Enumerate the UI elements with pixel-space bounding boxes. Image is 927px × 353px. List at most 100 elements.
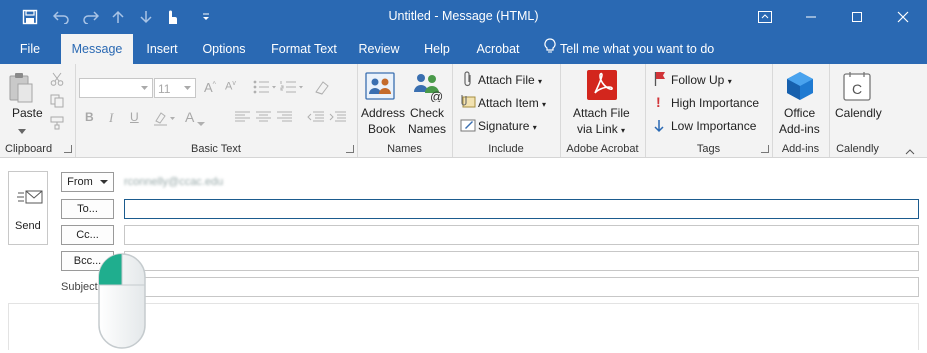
- attach-item-button[interactable]: Attach Item ▾: [478, 96, 546, 110]
- font-name-combo[interactable]: [79, 78, 153, 98]
- ribbon-tab-bar: File Message Insert Options Format Text …: [0, 34, 927, 64]
- attach-via-link-label-1[interactable]: Attach File: [573, 106, 630, 120]
- subject-field[interactable]: [124, 277, 919, 297]
- office-add-ins-label-2: Add-ins: [779, 122, 820, 136]
- from-label: From: [67, 176, 93, 188]
- signature-button[interactable]: Signature ▾: [478, 119, 537, 133]
- italic-icon[interactable]: I: [109, 110, 113, 126]
- format-painter-icon[interactable]: [50, 116, 64, 133]
- svg-text:@: @: [430, 89, 443, 102]
- signature-label: Signature: [478, 119, 530, 133]
- basic-text-group-label: Basic Text: [191, 143, 241, 155]
- chevron-down-icon: [99, 173, 108, 191]
- high-importance-button[interactable]: High Importance: [671, 96, 759, 110]
- bcc-field[interactable]: [124, 251, 919, 271]
- attach-item-icon: [460, 93, 476, 112]
- subject-label: Subject: [61, 281, 98, 293]
- down-arrow-importance-icon: [654, 119, 664, 136]
- cc-button[interactable]: Cc...: [61, 225, 114, 245]
- follow-up-button[interactable]: Follow Up ▾: [671, 73, 732, 87]
- send-button[interactable]: Send: [8, 171, 48, 245]
- font-size-combo[interactable]: 11: [154, 78, 196, 98]
- acrobat-icon[interactable]: [587, 70, 617, 103]
- font-color-dropdown-icon[interactable]: [197, 116, 205, 130]
- paste-dropdown-icon[interactable]: [18, 124, 26, 138]
- align-center-icon[interactable]: [256, 111, 272, 126]
- adobe-acrobat-group-label: Adobe Acrobat: [566, 143, 639, 155]
- chevron-down-icon: ▾: [542, 100, 547, 109]
- clipboard-dialog-launcher[interactable]: [64, 145, 72, 153]
- bold-icon[interactable]: B: [85, 110, 94, 124]
- attach-via-link-label-2: via Link: [577, 122, 618, 136]
- attach-item-label: Attach Item: [478, 96, 539, 110]
- paste-icon[interactable]: [8, 72, 34, 107]
- ribbon-display-icon[interactable]: [742, 0, 788, 34]
- tab-acrobat[interactable]: Acrobat: [468, 34, 528, 64]
- collapse-ribbon-icon[interactable]: [905, 144, 915, 158]
- bullets-icon[interactable]: [253, 80, 277, 97]
- shrink-font-icon[interactable]: Av: [225, 80, 236, 93]
- cc-field[interactable]: [124, 225, 919, 245]
- names-group: Address Book @ Check Names Names: [357, 64, 453, 157]
- from-button[interactable]: From: [61, 172, 114, 192]
- chevron-down-icon: ▾: [532, 123, 537, 132]
- tab-help[interactable]: Help: [418, 34, 456, 64]
- calendly-icon[interactable]: C: [843, 71, 871, 104]
- tab-review[interactable]: Review: [354, 34, 404, 64]
- align-left-icon[interactable]: [235, 111, 251, 126]
- flag-icon: [654, 71, 666, 90]
- numbering-icon[interactable]: [280, 80, 304, 97]
- paperclip-icon: [462, 71, 474, 90]
- tab-format-text[interactable]: Format Text: [266, 34, 342, 64]
- check-names-icon[interactable]: @: [412, 70, 444, 105]
- tell-me-text: Tell me what you want to do: [560, 42, 715, 56]
- font-color-icon[interactable]: A: [185, 109, 194, 125]
- underline-icon[interactable]: U: [130, 110, 139, 124]
- cut-icon[interactable]: [50, 72, 64, 89]
- include-group: Attach File ▾ Attach Item ▾ Signature ▾ …: [452, 64, 561, 157]
- from-address: rconnelly@ccac.edu: [124, 176, 224, 188]
- calendly-group-label: Calendly: [836, 143, 879, 155]
- attach-via-link-button[interactable]: via Link ▾: [577, 122, 625, 136]
- address-label-2: Book: [368, 122, 396, 136]
- clear-formatting-icon[interactable]: [313, 79, 331, 98]
- copy-icon[interactable]: [50, 94, 64, 111]
- office-add-ins-label-1: Office: [784, 106, 816, 120]
- attach-file-label: Attach File: [478, 73, 535, 87]
- low-importance-button[interactable]: Low Importance: [671, 119, 756, 133]
- tab-message[interactable]: Message: [61, 34, 133, 64]
- minimize-button[interactable]: [788, 0, 834, 34]
- tab-file[interactable]: File: [12, 34, 48, 64]
- chevron-down-icon: ▾: [538, 77, 543, 86]
- signature-icon: [460, 117, 476, 136]
- add-ins-group-label: Add-ins: [781, 143, 820, 155]
- tab-insert[interactable]: Insert: [140, 34, 184, 64]
- check-names-label-2: Names: [408, 122, 447, 136]
- to-button[interactable]: To...: [61, 199, 114, 219]
- calendly-group: C Calendly Calendly: [829, 64, 886, 157]
- exclamation-icon: !: [656, 94, 661, 110]
- basic-text-dialog-launcher[interactable]: [346, 145, 354, 153]
- increase-indent-icon[interactable]: [329, 111, 347, 126]
- attach-file-button[interactable]: Attach File ▾: [478, 73, 542, 87]
- grow-font-icon[interactable]: A^: [204, 80, 216, 95]
- tags-group-label: Tags: [696, 143, 721, 155]
- maximize-button[interactable]: [834, 0, 880, 34]
- lightbulb-icon: [544, 35, 556, 65]
- tab-options[interactable]: Options: [196, 34, 252, 64]
- to-field[interactable]: [124, 199, 919, 219]
- add-ins-group: Office Add-ins Add-ins: [772, 64, 830, 157]
- chevron-down-icon: ▾: [621, 126, 626, 135]
- tags-dialog-launcher[interactable]: [761, 145, 769, 153]
- address-book-icon[interactable]: [365, 72, 395, 103]
- decrease-indent-icon[interactable]: [307, 111, 325, 126]
- office-add-ins-icon[interactable]: [785, 71, 815, 104]
- align-right-icon[interactable]: [277, 111, 293, 126]
- title-bar: Untitled - Message (HTML): [0, 0, 927, 34]
- paste-label[interactable]: Paste: [12, 106, 43, 120]
- close-button[interactable]: [880, 0, 926, 34]
- ribbon: Paste Clipboard 11 A^ Av B I U A Basic T…: [0, 64, 927, 158]
- mouse-click-illustration: [98, 253, 148, 353]
- tell-me-box[interactable]: Tell me what you want to do: [544, 34, 744, 64]
- highlight-icon[interactable]: [153, 110, 177, 129]
